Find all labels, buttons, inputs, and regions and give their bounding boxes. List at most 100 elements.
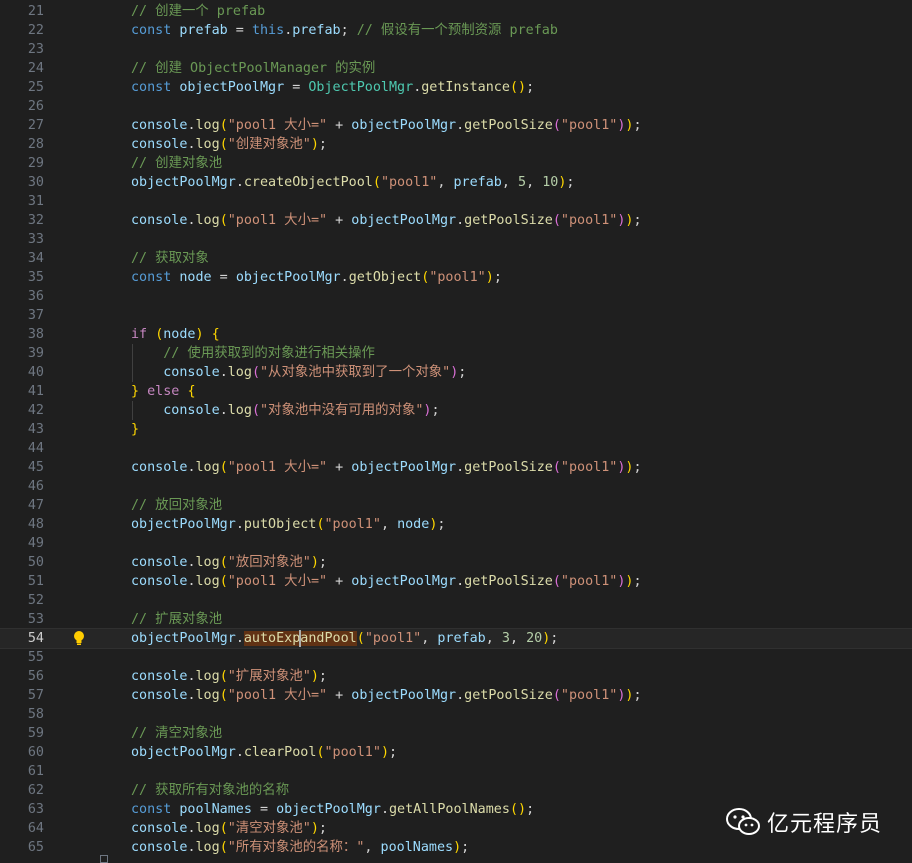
code-token: node	[179, 270, 212, 285]
code-line[interactable]: 40 console.log("从对象池中获取到了一个对象");	[0, 363, 912, 382]
code-line[interactable]: 42 console.log("对象池中没有可用的对象");	[0, 401, 912, 420]
line-number: 34	[27, 251, 44, 266]
code-token: {	[211, 327, 220, 342]
code-line[interactable]: 48 objectPoolMgr.putObject("pool1", node)…	[0, 515, 912, 534]
code-token: =	[211, 270, 236, 285]
code-line[interactable]: 24 // 创建 ObjectPoolManager 的实例	[0, 59, 912, 78]
code-line[interactable]: 34 // 获取对象	[0, 249, 912, 268]
code-text: objectPoolMgr.autoExpandPool("pool1", pr…	[131, 629, 558, 648]
line-number: 44	[27, 441, 44, 456]
code-token: {	[187, 384, 196, 399]
code-line[interactable]: 58	[0, 705, 912, 724]
line-number: 37	[27, 308, 44, 323]
code-line[interactable]: 53 // 扩展对象池	[0, 610, 912, 629]
code-line[interactable]: 21 // 创建一个 prefab	[0, 2, 912, 21]
code-token: console	[131, 213, 188, 228]
line-number: 26	[27, 99, 44, 114]
code-token: 3	[501, 631, 510, 646]
code-token: (	[219, 669, 228, 684]
code-token: log	[195, 118, 220, 133]
code-line[interactable]: 37	[0, 306, 912, 325]
code-token: console	[163, 403, 220, 418]
code-line[interactable]: 22 const prefab = this.prefab; // 假设有一个预制…	[0, 21, 912, 40]
code-line[interactable]: 44	[0, 439, 912, 458]
code-token: .	[235, 745, 244, 760]
code-line[interactable]: 55	[0, 648, 912, 667]
code-editor[interactable]: 21// 创建一个 prefab 22 const prefab = this.pr…	[0, 0, 912, 862]
code-token: .	[456, 688, 465, 703]
code-line[interactable]: 47 // 放回对象池	[0, 496, 912, 515]
code-token: .	[219, 403, 228, 418]
watermark: 亿元程序员	[725, 806, 882, 838]
code-token: // 使用获取到的对象进行相关操作	[163, 346, 375, 361]
code-line[interactable]: 23	[0, 40, 912, 59]
code-line[interactable]: 56 console.log("扩展对象池");	[0, 667, 912, 686]
code-text: // 创建一个 prefab	[131, 2, 265, 21]
code-line[interactable]: 46	[0, 477, 912, 496]
line-number: 32	[27, 213, 44, 228]
code-text: console.log("放回对象池");	[131, 553, 327, 572]
code-line[interactable]: 61	[0, 762, 912, 781]
code-line[interactable]: 62 // 获取所有对象池的名称	[0, 781, 912, 800]
code-line[interactable]: 30 objectPoolMgr.createObjectPool("pool1"…	[0, 173, 912, 192]
code-line[interactable]: 39 // 使用获取到的对象进行相关操作	[0, 344, 912, 363]
code-token: // 假设有一个预制资源 prefab	[356, 23, 558, 38]
code-line[interactable]: 52	[0, 591, 912, 610]
code-token: log	[227, 365, 252, 380]
code-token: "清空对象池"	[227, 821, 311, 836]
code-token: (	[219, 574, 228, 589]
code-token: 10	[542, 175, 559, 190]
code-line[interactable]: 25 const objectPoolMgr = ObjectPoolMgr.ge…	[0, 78, 912, 97]
code-line[interactable]: 35 const node = objectPoolMgr.getObject("…	[0, 268, 912, 287]
code-token: objectPoolMgr	[235, 270, 341, 285]
code-token: console	[163, 365, 220, 380]
code-token: "pool1"	[380, 175, 438, 190]
code-line[interactable]: 31	[0, 192, 912, 211]
lightbulb-icon[interactable]	[72, 630, 86, 647]
code-line[interactable]: 65 console.log("所有对象池的名称：", poolNames);	[0, 838, 912, 857]
code-text: console.log("清空对象池");	[131, 819, 327, 838]
line-number: 41	[27, 384, 44, 399]
code-token: (	[552, 118, 561, 133]
code-line[interactable]: 50 console.log("放回对象池");	[0, 553, 912, 572]
code-token: "放回对象池"	[227, 555, 311, 570]
code-token: objectPoolMgr	[131, 175, 236, 190]
code-text: console.log("pool1 大小=" + objectPoolMgr.…	[131, 686, 642, 705]
code-text: // 放回对象池	[131, 496, 222, 515]
code-token: if	[131, 327, 148, 342]
code-line[interactable]: 28 console.log("创建对象池");	[0, 135, 912, 154]
code-line[interactable]: 54 objectPoolMgr.autoExpandPool("pool1", …	[0, 628, 912, 649]
code-line[interactable]: 59 // 清空对象池	[0, 724, 912, 743]
code-line[interactable]: 26	[0, 97, 912, 116]
code-token: .	[235, 517, 244, 532]
code-line[interactable]: 32 console.log("pool1 大小=" + objectPoolMg…	[0, 211, 912, 230]
line-number: 64	[27, 821, 44, 836]
line-number: 50	[27, 555, 44, 570]
code-line[interactable]: 41} else {	[0, 382, 912, 401]
code-token: // 获取对象	[131, 251, 209, 266]
code-line[interactable]: 43}	[0, 420, 912, 439]
code-text: // 清空对象池	[131, 724, 222, 743]
code-token: (	[219, 688, 228, 703]
code-token: node	[163, 327, 196, 342]
code-text: // 创建 ObjectPoolManager 的实例	[131, 59, 375, 78]
code-text: // 扩展对象池	[131, 610, 222, 629]
code-line[interactable]: 29 // 创建对象池	[0, 154, 912, 173]
code-line[interactable]: 57 console.log("pool1 大小=" + objectPoolMg…	[0, 686, 912, 705]
code-line[interactable]: 45 console.log("pool1 大小=" + objectPoolMg…	[0, 458, 912, 477]
code-token: console	[131, 574, 188, 589]
code-line[interactable]: 49	[0, 534, 912, 553]
code-token: .	[187, 840, 196, 855]
code-line[interactable]: 36	[0, 287, 912, 306]
code-line[interactable]: 33	[0, 230, 912, 249]
line-number: 47	[27, 498, 44, 513]
code-line[interactable]: 60 objectPoolMgr.clearPool("pool1");	[0, 743, 912, 762]
code-line[interactable]: 27 console.log("pool1 大小=" + objectPoolMg…	[0, 116, 912, 135]
code-token: log	[195, 821, 220, 836]
code-line[interactable]: 51 console.log("pool1 大小=" + objectPoolMg…	[0, 572, 912, 591]
code-token: =	[284, 80, 309, 95]
code-token: log	[195, 460, 220, 475]
code-line[interactable]: 38 if (node) {	[0, 325, 912, 344]
code-token: objectPoolMgr	[131, 631, 236, 646]
